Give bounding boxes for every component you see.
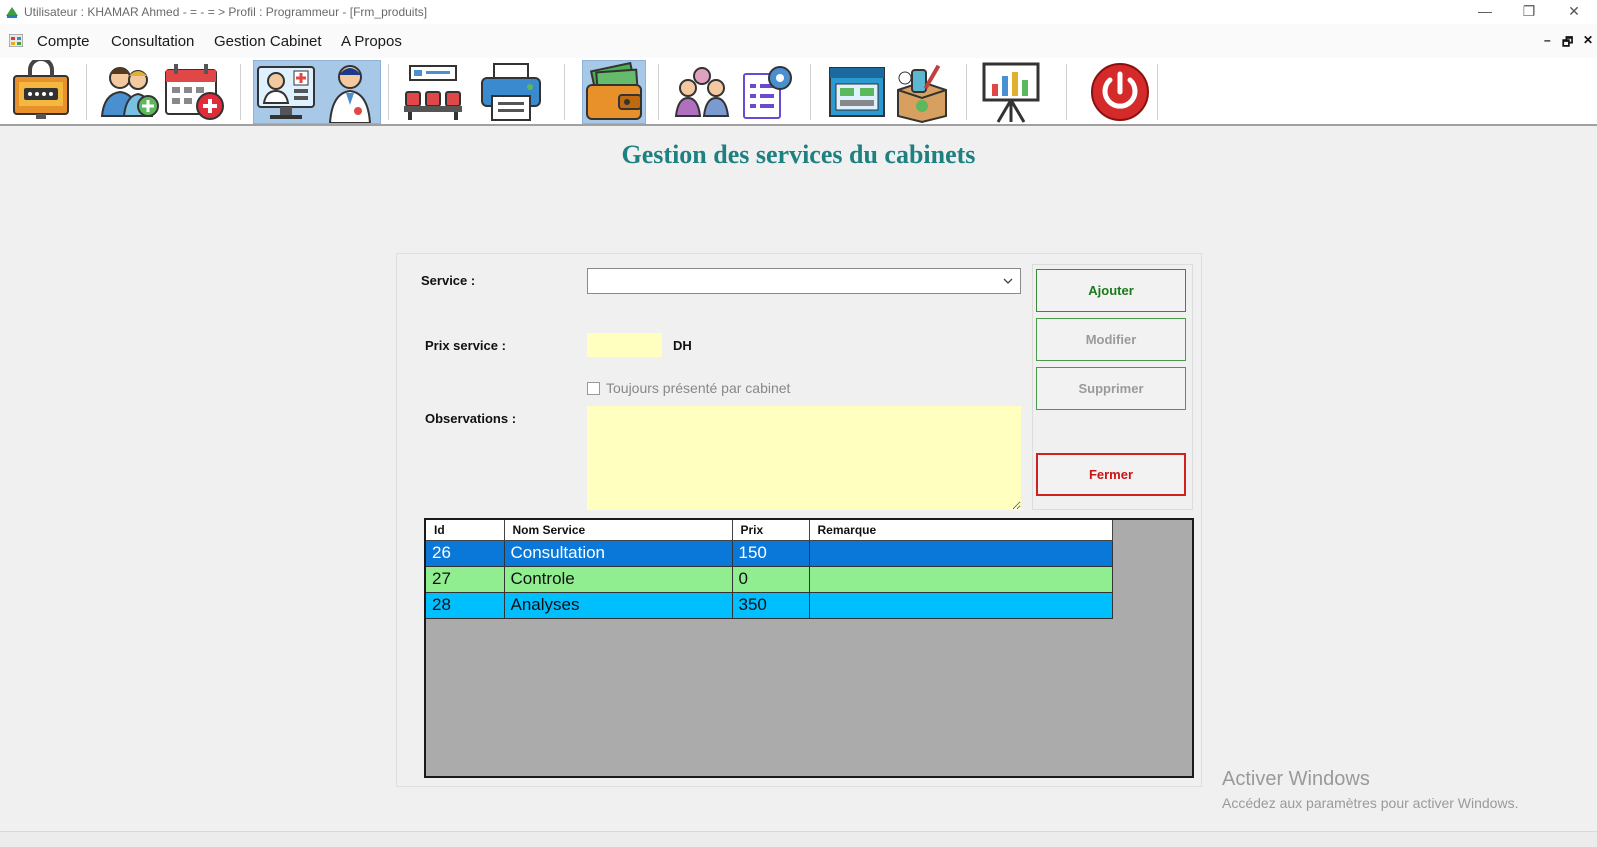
observations-label: Observations : bbox=[425, 411, 517, 426]
settings-document-icon bbox=[743, 66, 792, 119]
settings-button[interactable] bbox=[740, 60, 796, 124]
watermark-subtitle: Accédez aux paramètres pour activer Wind… bbox=[1222, 795, 1519, 811]
toolbar-separator bbox=[564, 64, 565, 120]
fermer-button[interactable]: Fermer bbox=[1036, 453, 1186, 496]
services-table: Id Nom Service Prix Remarque 26 Consulta… bbox=[426, 520, 1113, 619]
menu-gestion-cabinet[interactable]: Gestion Cabinet bbox=[214, 33, 322, 50]
table-row[interactable]: 26 Consultation 150 bbox=[426, 540, 1113, 567]
cell-remarque[interactable] bbox=[809, 566, 1113, 593]
toolbar-separator bbox=[810, 64, 811, 120]
app-icon bbox=[6, 7, 18, 18]
mdi-restore-button[interactable]: 🗗 bbox=[1562, 33, 1573, 54]
password-icon bbox=[13, 60, 69, 119]
page-title: Gestion des services du cabinets bbox=[621, 140, 976, 169]
observations-textarea[interactable] bbox=[587, 406, 1021, 510]
calendar-add-icon bbox=[165, 64, 224, 120]
cell-remarque[interactable] bbox=[809, 540, 1113, 567]
cell-prix[interactable]: 350 bbox=[732, 592, 810, 619]
cell-nom[interactable]: Controle bbox=[504, 566, 733, 593]
pharmacy-icon bbox=[829, 67, 885, 117]
cell-id[interactable]: 28 bbox=[426, 592, 505, 619]
menu-a-propos[interactable]: A Propos bbox=[341, 33, 402, 50]
cell-nom[interactable]: Consultation bbox=[504, 540, 733, 567]
column-header-prix[interactable]: Prix bbox=[732, 520, 810, 541]
prix-label: Prix service : bbox=[425, 338, 506, 353]
service-label: Service : bbox=[421, 273, 476, 288]
checkbox-box[interactable] bbox=[587, 382, 600, 395]
toolbar-separator bbox=[966, 64, 967, 120]
prix-unit: DH bbox=[673, 338, 692, 353]
toolbar-separator bbox=[240, 64, 241, 120]
payments-button[interactable] bbox=[582, 60, 646, 124]
toolbar-separator bbox=[86, 64, 87, 120]
printer-icon bbox=[481, 63, 541, 121]
restore-button[interactable]: ❐ bbox=[1506, 0, 1552, 22]
cell-nom[interactable]: Analyses bbox=[504, 592, 733, 619]
cell-id[interactable]: 27 bbox=[426, 566, 505, 593]
table-row[interactable]: 28 Analyses 350 bbox=[426, 592, 1113, 619]
menu-bar: Compte Consultation Gestion Cabinet A Pr… bbox=[0, 24, 1597, 58]
toolbar-separator bbox=[1066, 64, 1067, 120]
mdi-form-icon[interactable] bbox=[9, 34, 23, 47]
add-patient-button[interactable] bbox=[98, 60, 162, 124]
column-header-nom-service[interactable]: Nom Service bbox=[504, 520, 733, 541]
doctors-button[interactable] bbox=[253, 60, 381, 124]
supprimer-button[interactable]: Supprimer bbox=[1036, 367, 1186, 410]
service-combobox[interactable] bbox=[587, 268, 1021, 294]
window-titlebar: Utilisateur : KHAMAR Ahmed - = - = > Pro… bbox=[0, 0, 1597, 24]
prix-input[interactable] bbox=[587, 333, 662, 357]
minimize-button[interactable]: — bbox=[1462, 0, 1508, 22]
toolbar bbox=[0, 58, 1597, 126]
chevron-down-icon[interactable] bbox=[1002, 275, 1014, 287]
staff-button[interactable] bbox=[672, 60, 732, 124]
window-title: Utilisateur : KHAMAR Ahmed - = - = > Pro… bbox=[24, 5, 428, 19]
column-header-id[interactable]: Id bbox=[426, 520, 505, 541]
wallet-icon bbox=[586, 61, 642, 120]
column-header-remarque[interactable]: Remarque bbox=[809, 520, 1113, 541]
pharmacy-button[interactable] bbox=[826, 60, 888, 124]
mdi-minimize-button[interactable]: – bbox=[1544, 33, 1551, 47]
services-grid[interactable]: Id Nom Service Prix Remarque 26 Consulta… bbox=[424, 518, 1194, 778]
toujours-checkbox-label: Toujours présenté par cabinet bbox=[606, 380, 791, 396]
doctor-monitor-icon bbox=[257, 66, 315, 119]
statistics-button[interactable] bbox=[980, 60, 1042, 124]
power-icon bbox=[1091, 63, 1149, 121]
print-button[interactable] bbox=[478, 60, 544, 124]
medicine-button[interactable] bbox=[892, 60, 952, 124]
status-bar bbox=[0, 831, 1597, 847]
mdi-close-button[interactable]: ✕ bbox=[1583, 33, 1593, 47]
cell-remarque[interactable] bbox=[809, 592, 1113, 619]
add-patient-icon bbox=[100, 67, 159, 117]
cell-id[interactable]: 26 bbox=[426, 540, 505, 567]
toujours-checkbox[interactable]: Toujours présenté par cabinet bbox=[587, 380, 790, 396]
appointment-button[interactable] bbox=[162, 60, 228, 124]
actions-group: Ajouter Modifier Supprimer Fermer bbox=[1032, 264, 1193, 510]
quit-button[interactable] bbox=[1088, 60, 1152, 124]
password-button[interactable] bbox=[8, 60, 74, 124]
waiting-room-button[interactable] bbox=[400, 60, 466, 124]
modifier-button[interactable]: Modifier bbox=[1036, 318, 1186, 361]
close-window-button[interactable]: ✕ bbox=[1551, 0, 1597, 22]
medicine-box-icon bbox=[897, 64, 947, 124]
toolbar-separator bbox=[1157, 64, 1158, 120]
chart-board-icon bbox=[982, 62, 1040, 123]
watermark-title: Activer Windows bbox=[1222, 768, 1370, 790]
table-header-row: Id Nom Service Prix Remarque bbox=[426, 520, 1113, 541]
staff-icon bbox=[674, 67, 730, 117]
menu-compte[interactable]: Compte bbox=[37, 33, 90, 50]
table-row[interactable]: 27 Controle 0 bbox=[426, 566, 1113, 593]
menu-consultation[interactable]: Consultation bbox=[111, 33, 194, 50]
doctor-icon bbox=[328, 65, 372, 123]
waiting-room-icon bbox=[404, 65, 462, 120]
ajouter-button[interactable]: Ajouter bbox=[1036, 269, 1186, 312]
activation-watermark: Activer Windows Accédez aux paramètres p… bbox=[1222, 768, 1518, 811]
toolbar-separator bbox=[658, 64, 659, 120]
cell-prix[interactable]: 0 bbox=[732, 566, 810, 593]
cell-prix[interactable]: 150 bbox=[732, 540, 810, 567]
toolbar-separator bbox=[388, 64, 389, 120]
